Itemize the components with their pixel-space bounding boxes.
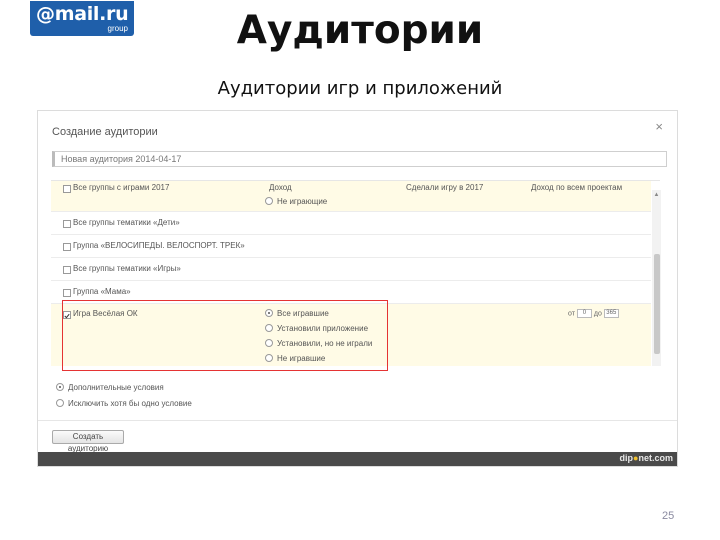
dialog-title: Создание аудитории xyxy=(52,126,158,138)
age-to-label: до xyxy=(593,310,602,318)
list-item: Все группы тематики «Дети» xyxy=(51,212,651,235)
radio-icon[interactable] xyxy=(56,399,64,407)
scroll-thumb[interactable] xyxy=(654,254,660,354)
column-label: Сделали игру в 2017 xyxy=(406,183,484,192)
watermark: dip●net.com xyxy=(620,453,673,463)
list-item-label: Все группы тематики «Игры» xyxy=(73,264,181,273)
condition-label: Дополнительные условия xyxy=(68,383,164,392)
column-label: Доход по всем проектам xyxy=(531,183,623,192)
list-item: Все группы с играми 2017 Доход Сделали и… xyxy=(51,181,651,212)
chevron-up-icon[interactable]: ▲ xyxy=(652,192,661,198)
radio-icon[interactable] xyxy=(56,383,64,391)
list-item-label: Все группы тематики «Дети» xyxy=(73,218,180,227)
age-range: от 0 до 365 xyxy=(568,309,619,318)
page-number: 25 xyxy=(662,510,675,522)
slide-title: Аудитории xyxy=(236,8,484,53)
radio-icon[interactable] xyxy=(265,197,273,205)
checkbox[interactable] xyxy=(63,243,71,251)
audience-dialog: Создание аудитории × Новая аудитория 201… xyxy=(37,110,678,467)
list-item-label: Группа «Мама» xyxy=(73,287,131,296)
audience-name-input[interactable]: Новая аудитория 2014-04-17 xyxy=(52,151,667,167)
create-audience-button[interactable]: Создать аудиторию xyxy=(52,430,124,453)
checkbox[interactable] xyxy=(63,185,71,193)
list-item: Группа «ВЕЛОСИПЕДЫ. ВЕЛОСПОРТ. ТРЕК» xyxy=(51,235,651,258)
checkbox[interactable] xyxy=(63,220,71,228)
slide-subtitle: Аудитории игр и приложений xyxy=(217,78,503,99)
watermark-prefix: dip xyxy=(619,453,634,463)
close-icon[interactable]: × xyxy=(655,119,663,134)
footer-bar: dip●net.com xyxy=(38,452,677,466)
watermark-suffix: net.com xyxy=(638,453,673,463)
divider xyxy=(38,420,677,421)
column-label: Доход xyxy=(269,183,292,192)
highlight-box xyxy=(62,300,388,371)
scrollbar[interactable]: ▲ xyxy=(652,190,661,366)
radio-label: Не играющие xyxy=(277,197,328,206)
list-item: Все группы тематики «Игры» xyxy=(51,258,651,281)
list-item-label: Группа «ВЕЛОСИПЕДЫ. ВЕЛОСПОРТ. ТРЕК» xyxy=(73,241,245,250)
list-item-label: Все группы с играми 2017 xyxy=(73,183,170,192)
age-to-input[interactable]: 365 xyxy=(603,309,619,318)
checkbox[interactable] xyxy=(63,289,71,297)
condition-label: Исключить хотя бы одно условие xyxy=(68,399,192,408)
age-from-label: от xyxy=(568,310,575,318)
checkbox[interactable] xyxy=(63,266,71,274)
age-from-input[interactable]: 0 xyxy=(576,309,592,318)
